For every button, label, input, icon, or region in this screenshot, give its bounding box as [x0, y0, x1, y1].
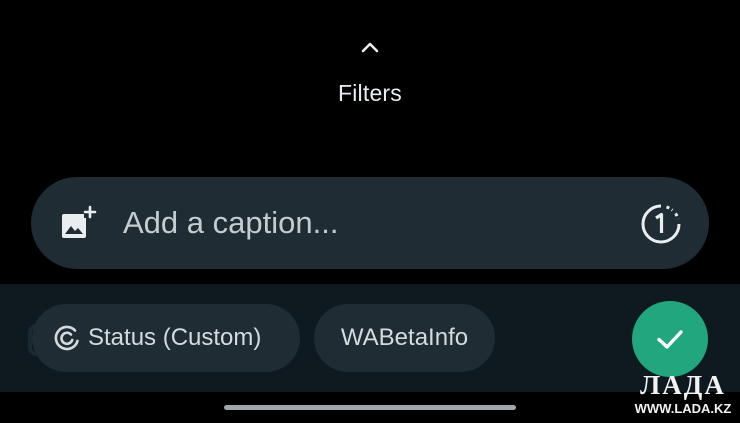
home-indicator[interactable] — [224, 405, 516, 410]
checkmark-icon — [657, 330, 683, 349]
status-audience-chip[interactable]: Status (Custom) — [32, 304, 300, 372]
caption-input[interactable] — [123, 199, 623, 247]
status-icon — [54, 325, 79, 351]
lada-logo-url: WWW.LADA.KZ — [634, 401, 732, 416]
lada-logo-title: ЛАДА — [640, 370, 726, 400]
send-button[interactable] — [632, 301, 708, 377]
caption-bar — [31, 177, 709, 269]
filters-label[interactable]: Filters — [0, 80, 740, 107]
recipient-chip-label: WABetaInfo — [340, 324, 469, 351]
chevron-up-icon[interactable] — [358, 36, 382, 60]
add-media-icon[interactable] — [57, 203, 97, 243]
recipient-chip-wabetainfo[interactable]: WABetaInfo — [314, 304, 495, 372]
status-chip-label: Status (Custom) — [88, 324, 262, 351]
filters-handle[interactable]: Filters — [0, 36, 740, 107]
media-editor-screen: Filters Add a caption... Status (Custom)… — [0, 0, 740, 423]
view-once-icon[interactable] — [639, 202, 683, 246]
